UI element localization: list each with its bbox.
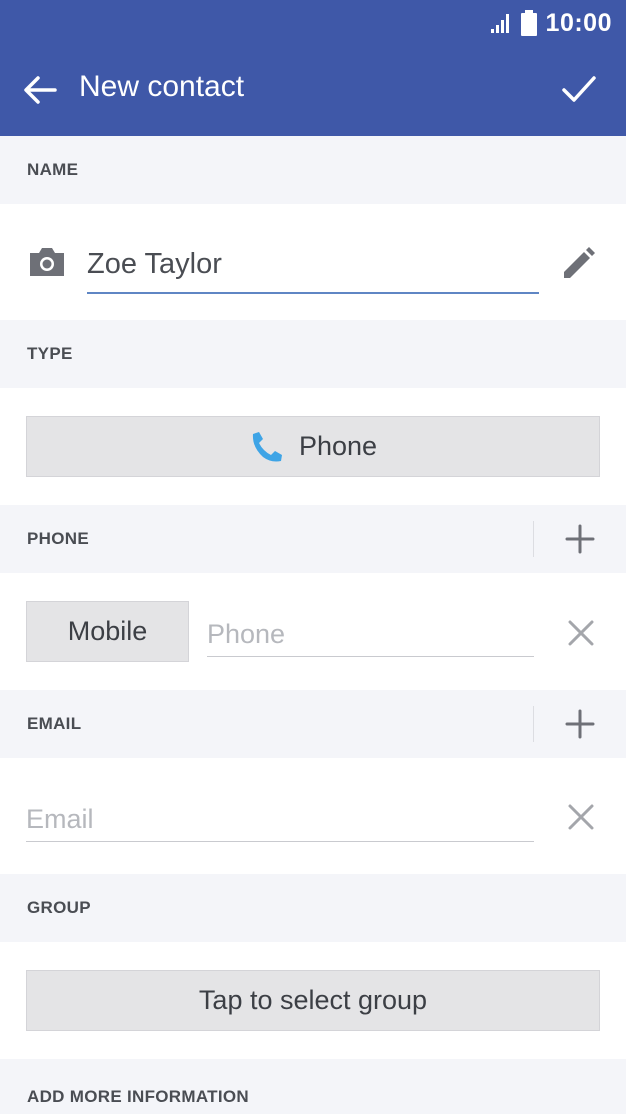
clear-phone-close-icon[interactable] [566, 618, 596, 648]
group-section-header: GROUP [0, 874, 626, 942]
clear-email-close-icon[interactable] [566, 802, 596, 832]
group-section-label: GROUP [27, 898, 91, 917]
type-section-header: TYPE [0, 320, 626, 388]
status-time: 10:00 [545, 8, 612, 37]
email-input[interactable]: Email [26, 797, 534, 842]
phone-type-mobile-button[interactable]: Mobile [26, 601, 189, 662]
type-phone-button[interactable]: Phone [26, 416, 600, 477]
back-arrow-icon[interactable] [22, 72, 58, 108]
save-check-icon[interactable] [560, 70, 598, 108]
page-title: New contact [79, 70, 245, 103]
type-phone-label: Phone [298, 431, 378, 461]
signal-icon [490, 14, 509, 33]
more-info-section-header[interactable]: ADD MORE INFORMATION [0, 1059, 626, 1114]
status-bar: 10:00 [490, 8, 612, 38]
phone-section-label: PHONE [27, 529, 89, 548]
add-phone-plus-icon[interactable] [564, 523, 596, 555]
phone-handset-icon [252, 431, 282, 461]
divider [533, 706, 534, 742]
battery-icon [520, 10, 537, 36]
pencil-icon[interactable] [560, 246, 596, 282]
camera-icon[interactable] [28, 247, 66, 277]
divider [533, 521, 534, 557]
type-section-label: TYPE [27, 344, 73, 363]
name-section-header: NAME [0, 136, 626, 204]
phone-section-header: PHONE [0, 505, 626, 573]
phone-input[interactable]: Phone [207, 612, 534, 657]
email-section-label: EMAIL [27, 714, 82, 733]
add-email-plus-icon[interactable] [564, 708, 596, 740]
app-bar: 10:00 New contact [0, 0, 626, 136]
email-section-header: EMAIL [0, 690, 626, 758]
name-input[interactable]: Zoe Taylor [87, 242, 539, 294]
select-group-button[interactable]: Tap to select group [26, 970, 600, 1031]
name-section-label: NAME [27, 160, 79, 179]
more-info-section-label: ADD MORE INFORMATION [27, 1087, 249, 1106]
